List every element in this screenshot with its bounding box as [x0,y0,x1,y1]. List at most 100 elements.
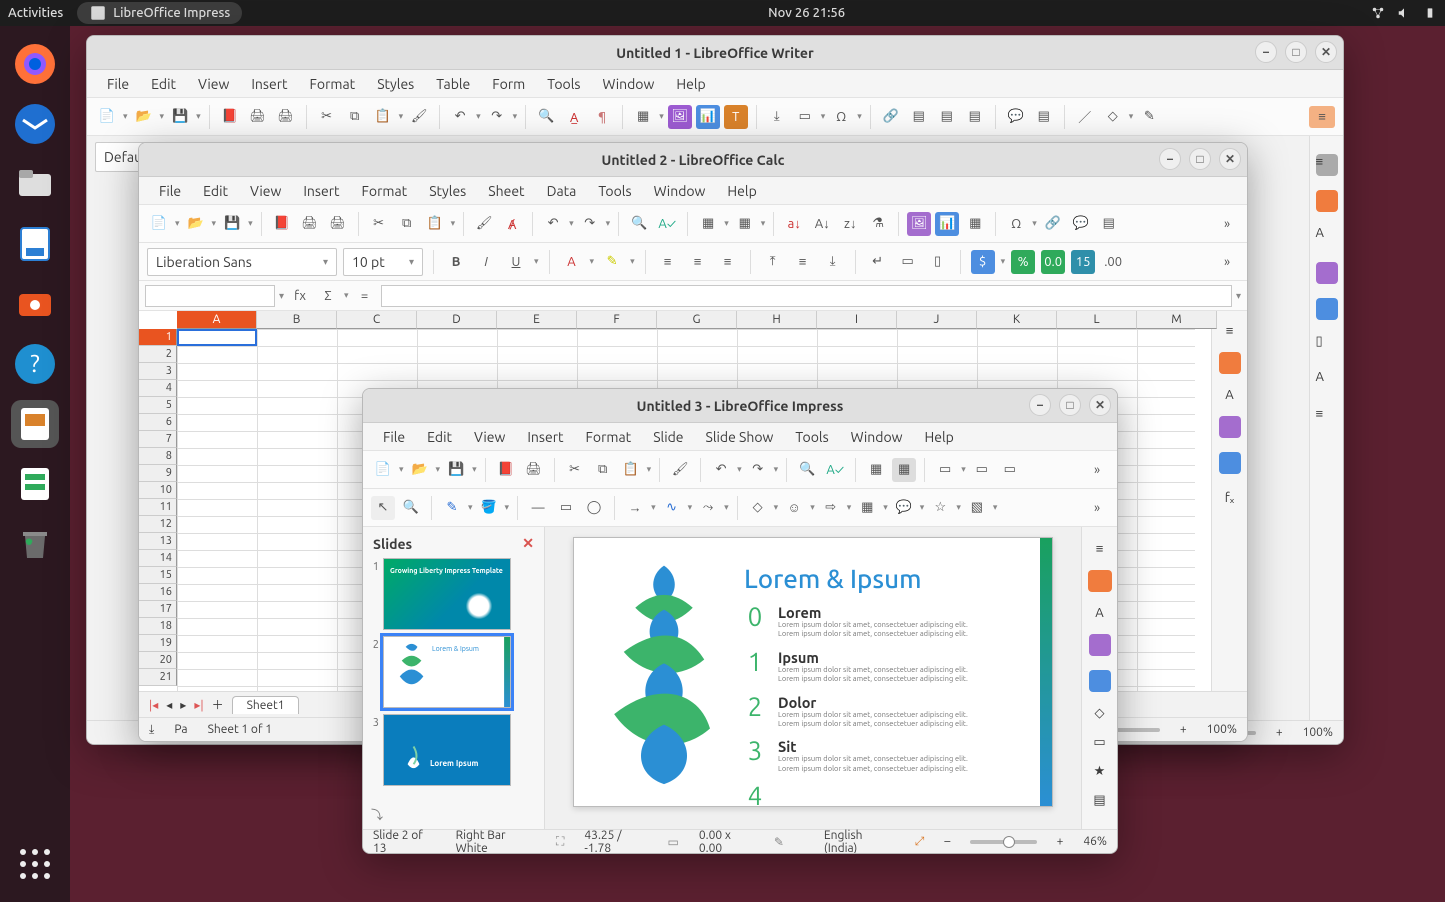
calc-menu-styles[interactable]: Styles [419,180,476,202]
sb-manage-icon[interactable]: ≡ [1316,406,1338,428]
dock-files[interactable] [11,160,59,208]
row-header[interactable]: 6 [139,414,177,431]
writer-menu-file[interactable]: File [97,73,139,95]
imp-grid-button[interactable]: ▦ [864,458,888,482]
imp-master-button[interactable]: ▭ [933,458,957,482]
imp-overflow-1[interactable]: » [1085,458,1109,482]
calc-maximize-button[interactable]: □ [1189,148,1211,170]
row-header[interactable]: 19 [139,635,177,652]
special-char-button[interactable]: Ω [829,105,853,129]
clone-format-button[interactable]: 🖌 [407,105,431,129]
valign-bot-button[interactable]: ⤓ [821,250,845,274]
col-header-G[interactable]: G [657,311,737,329]
writer-minimize-button[interactable]: – [1255,41,1277,63]
row-headers[interactable]: 1 2 3 4 5 6 7 8 9 10 11 12 13 14 15 16 1… [139,329,177,686]
calc-menu-format[interactable]: Format [352,180,418,202]
slide-thumb-2[interactable]: Lorem & Ipsum [383,636,511,708]
writer-menu-table[interactable]: Table [426,73,480,95]
calc-row-button[interactable]: ▦ [696,212,720,236]
calc-sb-navigator[interactable] [1219,452,1241,474]
writer-menu-form[interactable]: Form [482,73,535,95]
calc-sb-gallery[interactable] [1219,416,1241,438]
calc-preview-button[interactable]: 🖨 [326,212,350,236]
calc-sort-asc-button[interactable]: a↓ [782,212,806,236]
col-header-L[interactable]: L [1057,311,1137,329]
activities-button[interactable]: Activities [8,6,63,20]
calc-pivot-button[interactable]: ▦ [963,212,987,236]
function-wizard-button[interactable]: fx [288,284,312,308]
impress-menu-window[interactable]: Window [841,426,913,448]
imp-sb-master[interactable]: ▤ [1093,793,1105,808]
imp-redo-button[interactable]: ↷ [746,458,770,482]
bullet-sub[interactable]: Lorem ipsum dolor sit amet, consectetuer… [778,755,978,774]
col-header-K[interactable]: K [977,311,1057,329]
imp-sb-shapes[interactable]: ◇ [1095,706,1105,721]
flowchart-tool[interactable]: ▦ [855,496,879,520]
writer-menu-insert[interactable]: Insert [241,73,297,95]
zoom-plus-button[interactable]: + [1057,835,1064,848]
dock-writer[interactable] [11,220,59,268]
impress-menu-file[interactable]: File [373,426,415,448]
calc-menu-sheet[interactable]: Sheet [478,180,534,202]
row-header[interactable]: 20 [139,652,177,669]
imp-snap-button[interactable]: ▦ [892,458,916,482]
sb-page-icon[interactable]: ▯ [1316,334,1338,356]
impress-menu-slideshow[interactable]: Slide Show [696,426,784,448]
date-button[interactable]: 15 [1071,250,1095,274]
row-header[interactable]: 16 [139,584,177,601]
calc-print-button[interactable]: 🖨 [298,212,322,236]
italic-button[interactable]: I [474,250,498,274]
zoom-minus-button[interactable]: – [944,835,950,848]
font-name-combo[interactable]: Liberation Sans▾ [147,248,337,276]
formatting-marks-button[interactable]: ¶ [590,105,614,129]
currency-button[interactable]: $ [971,250,995,274]
tab-last-button[interactable]: ▸| [194,698,203,712]
calc-save-button[interactable]: 💾 [220,212,244,236]
imp-sb-menu[interactable]: ≡ [1096,541,1104,556]
volume-icon[interactable] [1397,6,1411,20]
impress-menu-tools[interactable]: Tools [785,426,838,448]
row-header[interactable]: 13 [139,533,177,550]
tab-prev-button[interactable]: ◂ [166,698,172,712]
calc-menu-view[interactable]: View [240,180,291,202]
calc-redo-button[interactable]: ↷ [578,212,602,236]
calc-new-button[interactable]: 📄 [147,212,171,236]
writer-menu-tools[interactable]: Tools [537,73,590,95]
calc-headers-button[interactable]: ▤ [1097,212,1121,236]
highlight-button[interactable]: ✎ [600,250,624,274]
col-header-I[interactable]: I [817,311,897,329]
imp-find-button[interactable]: 🔍 [795,458,819,482]
row-header[interactable]: 18 [139,618,177,635]
calc-find-button[interactable]: 🔍 [627,212,651,236]
callout-tool[interactable]: 💬 [892,496,916,520]
dock-impress[interactable] [11,400,59,448]
curve-tool[interactable]: ∿ [660,496,684,520]
footnote-button[interactable]: ▤ [907,105,931,129]
col-header-H[interactable]: H [737,311,817,329]
font-size-combo[interactable]: 10 pt▾ [343,248,423,276]
dock-software[interactable] [11,280,59,328]
bold-button[interactable]: B [444,250,468,274]
impress-menu-format[interactable]: Format [576,426,642,448]
align-center-button[interactable]: ≡ [686,250,710,274]
impress-minimize-button[interactable]: – [1029,394,1051,416]
font-color-button[interactable]: A [560,250,584,274]
3d-tool[interactable]: ▧ [965,496,989,520]
writer-menu-styles[interactable]: Styles [367,73,424,95]
row-header[interactable]: 10 [139,482,177,499]
undo-button[interactable]: ↶ [448,105,472,129]
ellipse-tool[interactable]: ◯ [582,496,606,520]
shapes-button[interactable]: ◇ [1101,105,1125,129]
valign-top-button[interactable]: ⤒ [761,250,785,274]
row-header[interactable]: 3 [139,363,177,380]
field-button[interactable]: ▭ [793,105,817,129]
bookmark-button[interactable]: ▤ [935,105,959,129]
calc-menu-tools[interactable]: Tools [588,180,641,202]
clock[interactable]: Nov 26 21:56 [768,6,845,20]
calc-pdf-button[interactable]: 📕 [270,212,294,236]
imp-print-button[interactable]: 🖨 [522,458,546,482]
calc-close-button[interactable]: ✕ [1219,148,1241,170]
calc-titlebar[interactable]: Untitled 2 - LibreOffice Calc – □ ✕ [139,143,1247,177]
calc-filter-button[interactable]: ⚗ [866,212,890,236]
formula-input[interactable] [381,285,1232,307]
